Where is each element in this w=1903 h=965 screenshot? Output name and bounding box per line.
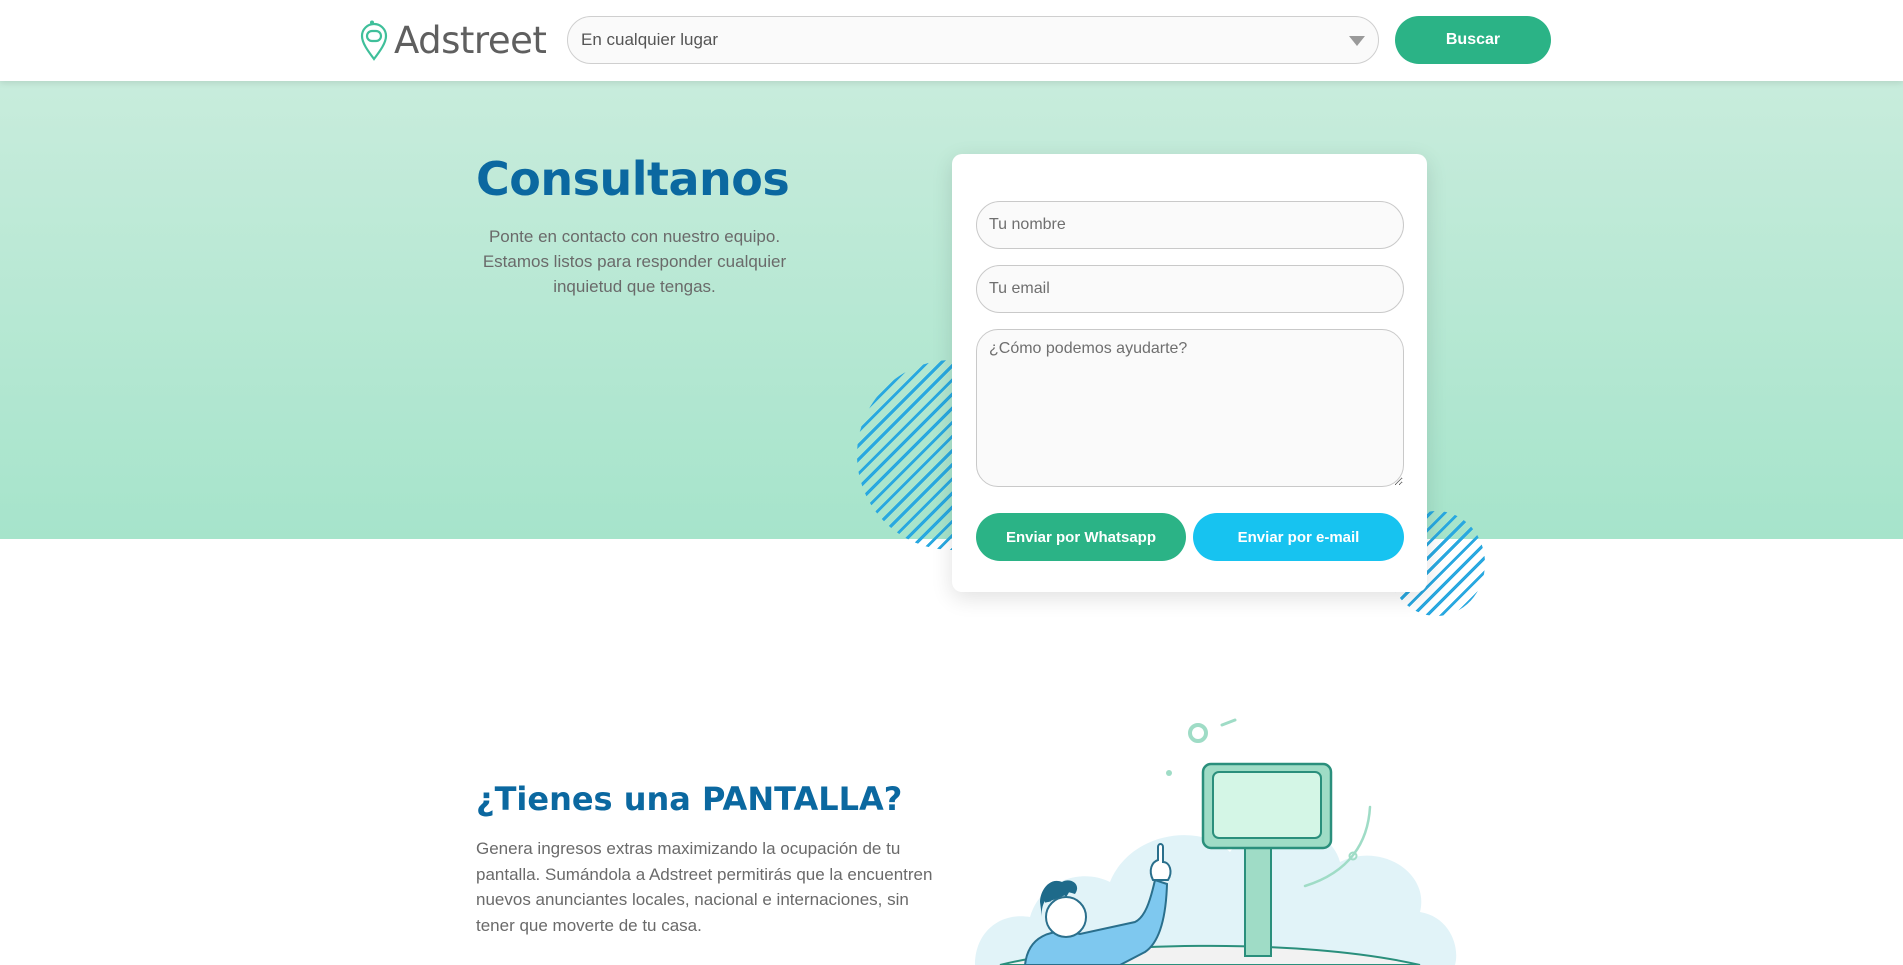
page-title: Consultanos bbox=[476, 152, 790, 206]
location-pin-icon bbox=[360, 20, 388, 61]
send-email-button[interactable]: Enviar por e-mail bbox=[1193, 513, 1404, 561]
message-field[interactable] bbox=[976, 329, 1404, 487]
contact-form-card: Enviar por Whatsapp Enviar por e-mail bbox=[952, 154, 1427, 592]
email-field[interactable] bbox=[976, 265, 1404, 313]
caret-down-icon bbox=[1349, 36, 1365, 46]
hero-description: Ponte en contacto con nuestro equipo. Es… bbox=[482, 227, 787, 296]
logo-text: Adstreet bbox=[394, 18, 547, 62]
search-button[interactable]: Buscar bbox=[1395, 16, 1551, 64]
name-field[interactable] bbox=[976, 201, 1404, 249]
site-header: Adstreet En cualquier lugar Buscar bbox=[0, 0, 1903, 81]
send-whatsapp-button[interactable]: Enviar por Whatsapp bbox=[976, 513, 1186, 561]
location-select[interactable]: En cualquier lugar bbox=[567, 16, 1379, 64]
screens-section-description: Genera ingresos extras maximizando la oc… bbox=[476, 839, 933, 935]
screens-section-title: ¿Tienes una PANTALLA? bbox=[476, 780, 903, 818]
location-select-value: En cualquier lugar bbox=[581, 30, 719, 49]
logo-link[interactable]: Adstreet bbox=[358, 18, 547, 62]
billboard-illustration bbox=[975, 718, 1457, 965]
